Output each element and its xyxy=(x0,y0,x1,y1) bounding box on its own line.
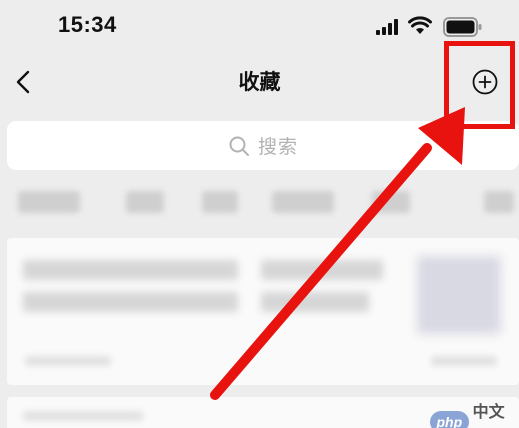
watermark-badge: php xyxy=(430,411,469,428)
watermark-logo: php 中文网 xyxy=(430,398,519,428)
watermark-text: 中文网 xyxy=(472,402,505,428)
annotation-arrow xyxy=(210,107,465,400)
